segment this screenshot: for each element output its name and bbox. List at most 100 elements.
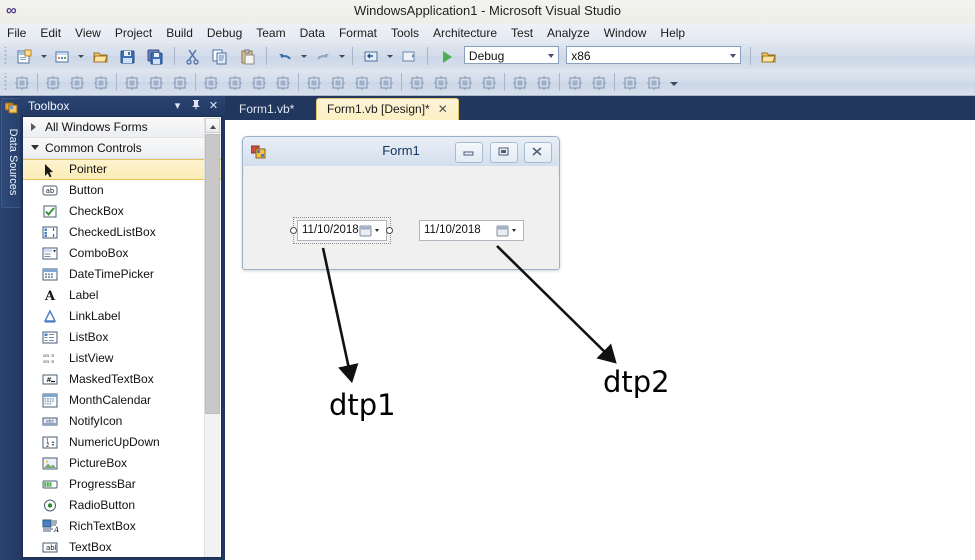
- new-project-icon[interactable]: [14, 46, 36, 68]
- size-to-fit-icon[interactable]: [272, 72, 294, 94]
- calendar-dropdown-icon[interactable]: [496, 224, 520, 238]
- toolbox-item-linklabel[interactable]: LinkLabel: [23, 306, 221, 327]
- menu-item-architecture[interactable]: Architecture: [426, 24, 504, 42]
- toolbar-grip[interactable]: [3, 47, 8, 65]
- toolbox-item-listview[interactable]: aa a aa a ListView: [23, 348, 221, 369]
- remove-vertical-spacing-icon[interactable]: [478, 72, 500, 94]
- toolbox-item-monthcalendar[interactable]: MonthCalendar: [23, 390, 221, 411]
- tab-order-icon[interactable]: [11, 72, 33, 94]
- solution-configuration-combo[interactable]: Debug: [463, 46, 559, 64]
- increase-horizontal-spacing-icon[interactable]: [327, 72, 349, 94]
- center-horizontally-icon[interactable]: [509, 72, 531, 94]
- increase-vertical-spacing-icon[interactable]: [430, 72, 452, 94]
- document-tab-1[interactable]: Form1.vb*: [229, 99, 304, 121]
- form-designer-surface[interactable]: Form1 11/10/2018 11/10/2018 dtp1 dtp2: [225, 120, 975, 560]
- toolbox-item-label[interactable]: A Label: [23, 285, 221, 306]
- navigate-forward-icon[interactable]: [398, 46, 420, 68]
- form-preview[interactable]: Form1 11/10/2018 11/10/2018: [242, 136, 560, 270]
- minimize-icon[interactable]: [455, 142, 484, 163]
- navigate-backward-icon[interactable]: [360, 46, 382, 68]
- menu-item-format[interactable]: Format: [332, 24, 384, 42]
- decrease-horizontal-spacing-icon[interactable]: [351, 72, 373, 94]
- remove-horizontal-spacing-icon[interactable]: [375, 72, 397, 94]
- save-all-icon[interactable]: [144, 46, 166, 68]
- selection-handle-right[interactable]: [386, 227, 393, 234]
- paste-icon[interactable]: [237, 46, 259, 68]
- show-grid-icon[interactable]: [619, 72, 641, 94]
- menu-item-window[interactable]: Window: [597, 24, 654, 42]
- toolbox-item-pointer[interactable]: Pointer: [23, 159, 221, 180]
- undo-icon[interactable]: [274, 46, 296, 68]
- new-item-dropdown-arrow[interactable]: [76, 46, 85, 66]
- menu-item-edit[interactable]: Edit: [33, 24, 68, 42]
- toolbar-grip[interactable]: [3, 73, 8, 91]
- close-icon[interactable]: ✕: [438, 99, 448, 119]
- center-vertically-icon[interactable]: [533, 72, 555, 94]
- align-tops-icon[interactable]: [121, 72, 143, 94]
- toolbox-item-picturebox[interactable]: PictureBox: [23, 453, 221, 474]
- decrease-vertical-spacing-icon[interactable]: [454, 72, 476, 94]
- solution-platform-combo[interactable]: x86: [566, 46, 742, 64]
- scrollbar-thumb[interactable]: [205, 134, 220, 414]
- align-centers-icon[interactable]: [66, 72, 88, 94]
- open-file-icon[interactable]: [90, 46, 112, 68]
- menu-item-project[interactable]: Project: [108, 24, 159, 42]
- toolbox-item-checkbox[interactable]: CheckBox: [23, 201, 221, 222]
- selection-handle-left[interactable]: [290, 227, 297, 234]
- undo-dropdown-arrow[interactable]: [299, 46, 308, 66]
- form-body[interactable]: 11/10/2018 11/10/2018: [244, 166, 558, 269]
- send-to-back-icon[interactable]: [588, 72, 610, 94]
- redo-dropdown-arrow[interactable]: [337, 46, 346, 66]
- menu-item-analyze[interactable]: Analyze: [540, 24, 597, 42]
- copy-icon[interactable]: [209, 46, 231, 68]
- menu-item-view[interactable]: View: [68, 24, 108, 42]
- pin-icon[interactable]: [188, 99, 203, 113]
- make-same-height-icon[interactable]: [224, 72, 246, 94]
- new-project-dropdown-arrow[interactable]: [39, 46, 48, 66]
- toolbox-group-common-controls[interactable]: Common Controls: [23, 138, 221, 159]
- document-tab-2[interactable]: Form1.vb [Design]* ✕: [316, 98, 459, 120]
- toolbox-item-notifyicon[interactable]: abc NotifyIcon: [23, 411, 221, 432]
- toolbox-item-maskedtextbox[interactable]: # MaskedTextBox: [23, 369, 221, 390]
- redo-icon[interactable]: [312, 46, 334, 68]
- align-rights-icon[interactable]: [90, 72, 112, 94]
- close-icon[interactable]: ✕: [206, 99, 221, 113]
- menu-item-tools[interactable]: Tools: [384, 24, 426, 42]
- menu-item-help[interactable]: Help: [653, 24, 692, 42]
- data-sources-tab[interactable]: Data Sources: [1, 98, 21, 208]
- align-bottoms-icon[interactable]: [169, 72, 191, 94]
- toolbox-scrollbar[interactable]: [204, 118, 220, 557]
- chevron-down-icon[interactable]: ▾: [170, 99, 185, 113]
- dtp2-control[interactable]: 11/10/2018: [419, 220, 524, 241]
- navigate-backward-dropdown-arrow[interactable]: [385, 46, 394, 66]
- bring-to-front-icon[interactable]: [564, 72, 586, 94]
- toolbox-item-numericupdown[interactable]: 1 2 NumericUpDown: [23, 432, 221, 453]
- size-to-grid-icon[interactable]: [248, 72, 270, 94]
- make-vertical-spacing-equal-icon[interactable]: [406, 72, 428, 94]
- menu-item-build[interactable]: Build: [159, 24, 200, 42]
- menu-item-data[interactable]: Data: [293, 24, 332, 42]
- maximize-icon[interactable]: [489, 142, 518, 163]
- make-horizontal-spacing-equal-icon[interactable]: [303, 72, 325, 94]
- make-same-width-icon[interactable]: [200, 72, 222, 94]
- find-scope-icon[interactable]: [758, 46, 780, 68]
- new-item-icon[interactable]: [52, 46, 74, 68]
- start-debugging-icon[interactable]: [436, 46, 458, 68]
- menu-item-file[interactable]: File: [0, 24, 33, 42]
- save-icon[interactable]: [117, 46, 139, 68]
- align-lefts-icon[interactable]: [42, 72, 64, 94]
- tab-order-list-icon[interactable]: [643, 72, 665, 94]
- align-middles-icon[interactable]: [145, 72, 167, 94]
- menu-item-test[interactable]: Test: [504, 24, 540, 42]
- scroll-up-icon[interactable]: [205, 118, 220, 133]
- cut-icon[interactable]: [182, 46, 204, 68]
- toolbar-overflow-button[interactable]: [669, 79, 678, 88]
- toolbox-item-combobox[interactable]: ComboBox: [23, 243, 221, 264]
- toolbox-item-button[interactable]: ab Button: [23, 180, 221, 201]
- toolbox-item-richtextbox[interactable]: A RichTextBox: [23, 516, 221, 537]
- toolbox-item-progressbar[interactable]: ProgressBar: [23, 474, 221, 495]
- toolbox-item-radiobutton[interactable]: RadioButton: [23, 495, 221, 516]
- toolbox-item-checkedlistbox[interactable]: CheckedListBox: [23, 222, 221, 243]
- menu-item-debug[interactable]: Debug: [200, 24, 249, 42]
- dtp1-control[interactable]: 11/10/2018: [297, 220, 387, 241]
